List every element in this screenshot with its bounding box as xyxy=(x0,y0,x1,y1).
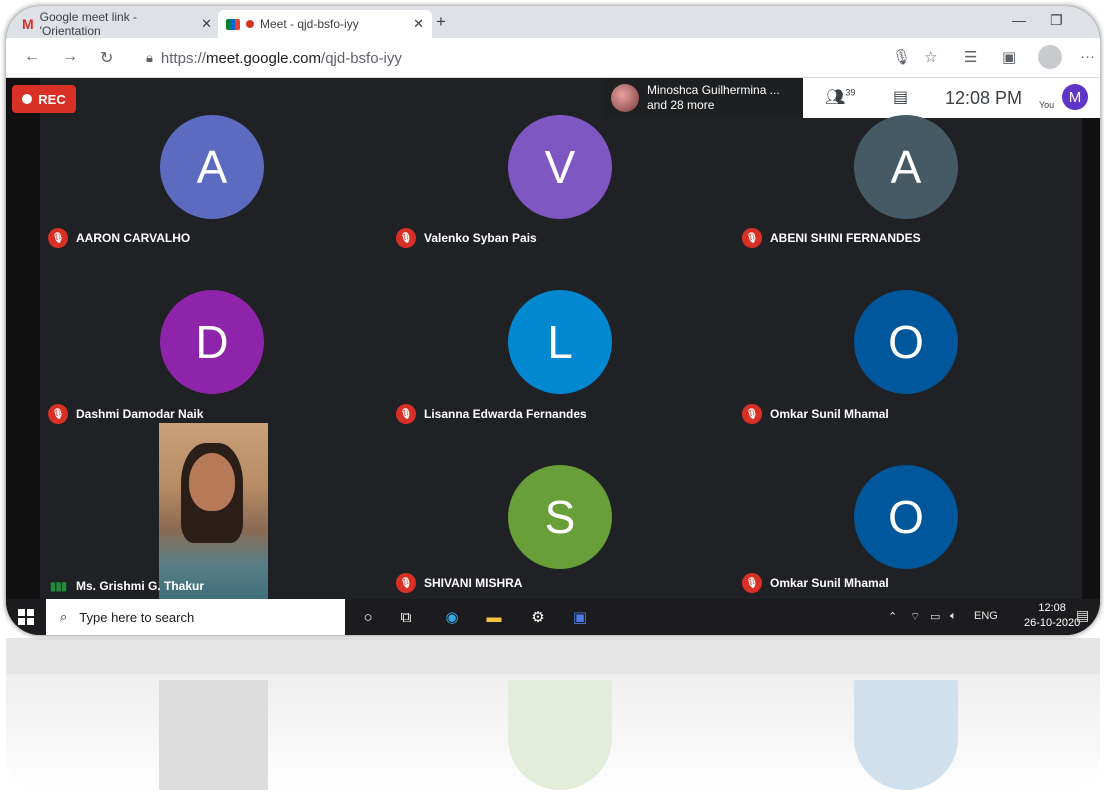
minimize-button[interactable]: — xyxy=(1012,12,1026,28)
participant-label: ▮▮▮ Ms. Grishmi G. Thakur xyxy=(48,579,204,593)
battery-icon[interactable]: ▭ xyxy=(930,610,940,623)
forward-icon[interactable]: → xyxy=(62,48,78,66)
taskbar: ⌕ Type here to search ○ ⧉ ◉ ▬ ⚙ ▣ ⌃ ⌔ ▭ … xyxy=(6,599,1100,635)
tab-strip: M Google meet link - 'Orientation ✕ Meet… xyxy=(6,6,1100,38)
volume-icon[interactable]: 🔈︎ xyxy=(950,610,957,623)
back-icon[interactable]: ← xyxy=(24,48,40,66)
participant-name: Dashmi Damodar Naik xyxy=(76,407,204,421)
participant-name: AARON CARVALHO xyxy=(76,231,191,245)
address-bar: ← → ↻ 🔒︎ https://meet.google.com/qjd-bsf… xyxy=(6,38,1100,78)
participant-label: 🎙︎ Dashmi Damodar Naik xyxy=(48,404,203,424)
tab-google-meet-link[interactable]: M Google meet link - 'Orientation ✕ xyxy=(14,10,220,38)
participant-tile[interactable]: V 🎙︎ Valenko Syban Pais xyxy=(388,78,734,254)
settings-more-icon[interactable]: ··· xyxy=(1080,48,1095,65)
windows-start-icon[interactable] xyxy=(18,609,34,625)
mic-off-icon: 🎙︎ xyxy=(48,228,68,248)
show-hidden-icons-icon[interactable]: ⌃ xyxy=(888,610,897,623)
favorites-bar-icon[interactable]: ☰ xyxy=(964,48,977,66)
mic-off-icon: 🎙︎ xyxy=(742,228,762,248)
participant-tile[interactable]: O 🎙︎ Omkar Sunil Mhamal xyxy=(734,423,1080,599)
participant-tile[interactable]: S 🎙︎ SHIVANI MISHRA xyxy=(388,423,734,599)
wifi-icon[interactable]: ⌔ xyxy=(910,610,920,624)
url-field[interactable]: 🔒︎ https://meet.google.com/qjd-bsfo-iyy xyxy=(132,44,880,72)
close-tab-icon[interactable]: ✕ xyxy=(413,16,424,32)
participant-tile[interactable]: ▮▮▮ Ms. Grishmi G. Thakur xyxy=(40,423,386,599)
participant-tile[interactable]: D 🎙︎ Dashmi Damodar Naik xyxy=(40,254,386,430)
mic-off-icon: 🎙︎ xyxy=(742,404,762,424)
tab-title: Meet - qjd-bsfo-iyy xyxy=(260,17,359,31)
participant-label: 🎙︎ Omkar Sunil Mhamal xyxy=(742,573,889,593)
mic-off-icon: 🎙︎ xyxy=(396,228,416,248)
tab-title: Google meet link - 'Orientation xyxy=(39,10,138,38)
reflection-taskbar xyxy=(6,638,1100,674)
profile-avatar[interactable] xyxy=(1038,45,1062,69)
search-icon: ⌕ xyxy=(60,609,68,624)
restore-button[interactable]: ❐ xyxy=(1050,12,1063,29)
participant-label: 🎙︎ SHIVANI MISHRA xyxy=(396,573,522,593)
reflection-avatar xyxy=(508,680,612,790)
meeting-area: REC Minoshca Guilhermina ... and 28 more… xyxy=(6,78,1100,599)
refresh-icon[interactable]: ↻ xyxy=(100,48,113,68)
participant-name: Lisanna Edwarda Fernandes xyxy=(424,407,587,421)
lock-icon: 🔒︎ xyxy=(146,50,153,65)
mic-off-icon: 🎙︎ xyxy=(742,573,762,593)
participant-avatar: S xyxy=(508,465,612,569)
wps-office-icon[interactable]: ▣ xyxy=(570,607,590,627)
file-explorer-icon[interactable]: ▬ xyxy=(484,607,504,627)
participant-avatar: A xyxy=(160,115,264,219)
participant-tile[interactable]: L 🎙︎ Lisanna Edwarda Fernandes xyxy=(388,254,734,430)
participant-name: Valenko Syban Pais xyxy=(424,231,537,245)
collections-icon[interactable]: ▣ xyxy=(1002,48,1016,66)
participant-label: 🎙︎ AARON CARVALHO xyxy=(48,228,190,248)
participant-avatar: A xyxy=(854,115,958,219)
favorite-star-icon[interactable]: ☆ xyxy=(924,48,937,66)
participant-label: 🎙︎ Valenko Syban Pais xyxy=(396,228,537,248)
taskbar-search[interactable]: ⌕ Type here to search xyxy=(46,599,345,635)
speaking-indicator-icon: ▮▮▮ xyxy=(49,579,68,593)
notifications-icon[interactable]: ▤ xyxy=(1076,607,1089,624)
cortana-icon[interactable]: ○ xyxy=(358,607,378,627)
edge-browser-icon[interactable]: ◉ xyxy=(442,607,462,627)
participant-name: ABENI SHINI FERNANDES xyxy=(770,231,921,245)
participant-tile[interactable]: A 🎙︎ ABENI SHINI FERNANDES xyxy=(734,78,1080,254)
tab-meet[interactable]: Meet - qjd-bsfo-iyy ✕ xyxy=(218,10,432,38)
taskbar-clock[interactable]: 12:08 26-10-2020 xyxy=(1024,601,1080,631)
gmail-icon: M xyxy=(22,16,34,32)
screenshot-frame: M Google meet link - 'Orientation ✕ Meet… xyxy=(6,6,1100,635)
right-edge xyxy=(1082,78,1100,599)
participant-avatar: O xyxy=(854,465,958,569)
url-text: https://meet.google.com/qjd-bsfo-iyy xyxy=(160,49,402,67)
search-placeholder: Type here to search xyxy=(79,609,195,625)
microphone-icon[interactable]: 🎙︎ xyxy=(892,48,911,66)
participant-avatar: V xyxy=(508,115,612,219)
participant-avatar: O xyxy=(854,290,958,394)
clock-date: 26-10-2020 xyxy=(1024,617,1081,629)
new-tab-button[interactable]: + xyxy=(436,12,446,32)
participant-name: Omkar Sunil Mhamal xyxy=(770,576,889,590)
participant-label: 🎙︎ Lisanna Edwarda Fernandes xyxy=(396,404,587,424)
participant-tile[interactable]: O 🎙︎ Omkar Sunil Mhamal xyxy=(734,254,1080,430)
participant-avatar: D xyxy=(160,290,264,394)
participant-name: SHIVANI MISHRA xyxy=(424,576,523,590)
google-meet-icon xyxy=(226,18,240,30)
task-view-icon[interactable]: ⧉ xyxy=(396,607,416,627)
participant-avatar: L xyxy=(508,290,612,394)
participant-name: Omkar Sunil Mhamal xyxy=(770,407,889,421)
settings-gear-icon[interactable]: ⚙ xyxy=(528,607,548,627)
participant-label: 🎙︎ Omkar Sunil Mhamal xyxy=(742,404,889,424)
language-indicator[interactable]: ENG xyxy=(974,610,998,622)
participant-label: 🎙︎ ABENI SHINI FERNANDES xyxy=(742,228,921,248)
clock-time: 12:08 xyxy=(1038,602,1066,614)
reflection-avatar xyxy=(854,680,958,790)
recording-dot-icon xyxy=(246,20,254,28)
close-tab-icon[interactable]: ✕ xyxy=(201,16,212,32)
participant-tile[interactable]: A 🎙︎ AARON CARVALHO xyxy=(40,78,386,254)
participant-name: Ms. Grishmi G. Thakur xyxy=(76,579,205,593)
reflection xyxy=(6,638,1100,790)
reflection-video xyxy=(159,680,268,790)
mic-off-icon: 🎙︎ xyxy=(396,404,416,424)
mic-off-icon: 🎙︎ xyxy=(396,573,416,593)
left-edge xyxy=(6,78,40,599)
mic-off-icon: 🎙︎ xyxy=(48,404,68,424)
